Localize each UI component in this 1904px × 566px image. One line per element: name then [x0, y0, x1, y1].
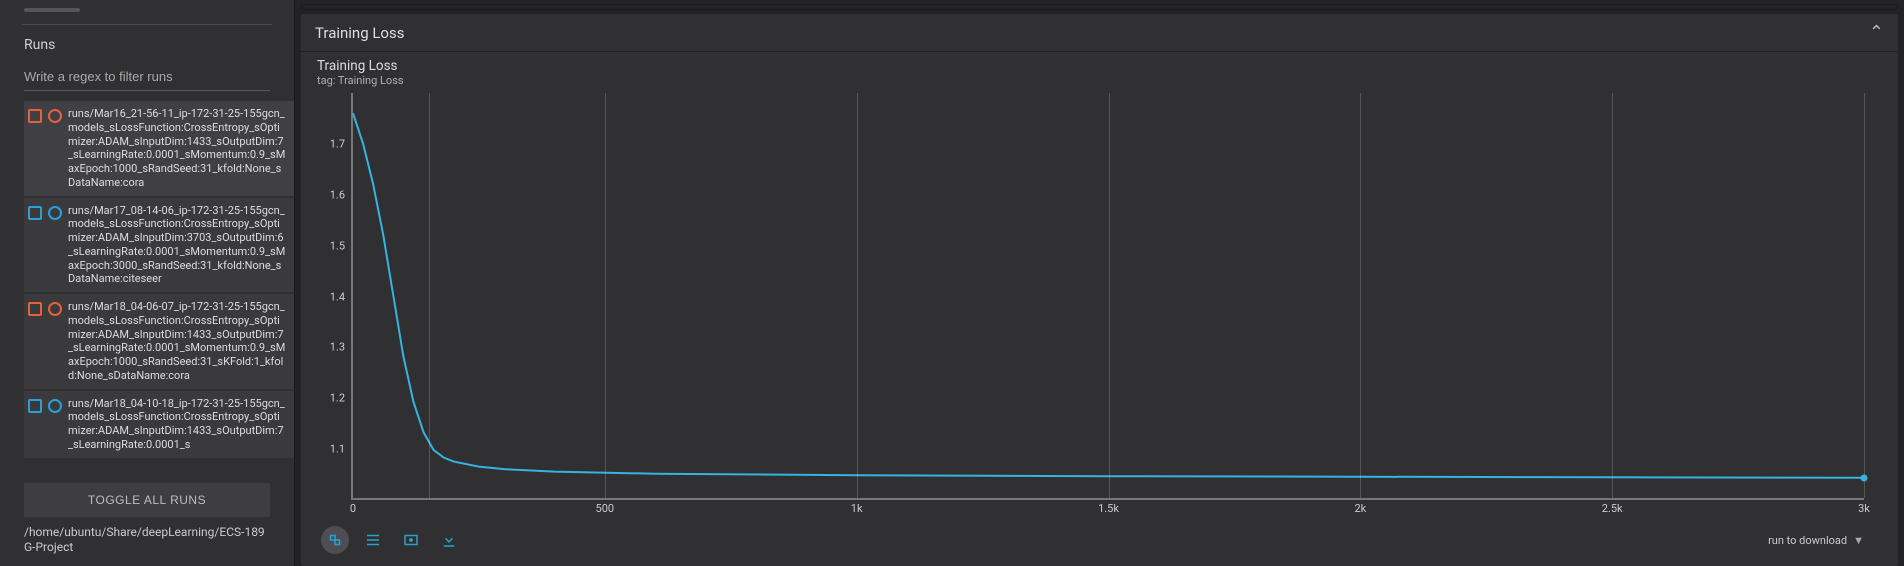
- x-tick-label: 3k: [1858, 502, 1870, 515]
- download-chart-icon[interactable]: [435, 526, 463, 554]
- sidebar-collapsed-button[interactable]: [24, 8, 80, 12]
- x-gridline: [605, 93, 606, 498]
- panel-spacer: [301, 4, 1898, 10]
- toggle-all-runs-button[interactable]: TOGGLE ALL RUNS: [24, 483, 270, 517]
- panel-title: Training Loss: [315, 24, 404, 42]
- run-item[interactable]: runs/Mar18_04-06-07_ip-172-31-25-155gcn_…: [24, 294, 294, 389]
- run-item[interactable]: runs/Mar18_04-10-18_ip-172-31-25-155gcn_…: [24, 391, 294, 458]
- y-axis: 1.1 1.2 1.3 1.4 1.5 1.6 1.7: [311, 93, 351, 500]
- run-checkbox[interactable]: [28, 109, 42, 123]
- runs-filter-input[interactable]: [24, 63, 270, 90]
- y-tick-label: 1.3: [330, 341, 345, 354]
- x-gridline: [1612, 93, 1613, 498]
- run-checkbox[interactable]: [28, 399, 42, 413]
- runs-section-label: Runs: [0, 25, 294, 57]
- run-checkbox[interactable]: [28, 302, 42, 316]
- run-label: runs/Mar17_08-14-06_ip-172-31-25-155gcn_…: [68, 204, 286, 287]
- x-tick-label: 2k: [1354, 502, 1366, 515]
- x-tick-label: 0: [350, 502, 356, 515]
- chart-tag: tag: Training Loss: [317, 74, 1888, 87]
- x-gridline: [1109, 93, 1110, 498]
- y-tick-label: 1.7: [330, 137, 345, 150]
- main-area: Training Loss ⌃ Training Loss tag: Train…: [295, 0, 1904, 566]
- y-tick-label: 1.1: [330, 443, 345, 456]
- x-tick-label: 2.5k: [1602, 502, 1623, 515]
- y-tick-label: 1.5: [330, 239, 345, 252]
- x-tick-label: 1k: [851, 502, 863, 515]
- chart[interactable]: 1.1 1.2 1.3 1.4 1.5 1.6 1.7 05001k1.5k2k2.5k3k: [311, 89, 1888, 500]
- x-tick-label: 500: [596, 502, 615, 515]
- run-label: runs/Mar16_21-56-11_ip-172-31-25-155gcn_…: [68, 107, 286, 190]
- x-gridline: [1360, 93, 1361, 498]
- dropdown-caret-icon: ▼: [1853, 534, 1864, 547]
- x-gridline: [429, 93, 430, 498]
- run-download-label: run to download: [1768, 534, 1847, 547]
- run-item[interactable]: runs/Mar17_08-14-06_ip-172-31-25-155gcn_…: [24, 198, 294, 293]
- training-loss-panel: Training Loss ⌃ Training Loss tag: Train…: [301, 14, 1898, 566]
- logdir-path: /home/ubuntu/Share/deepLearning/ECS-189G…: [0, 517, 294, 556]
- chart-toolbar: [321, 526, 463, 554]
- run-color-swatch-icon[interactable]: [48, 109, 62, 123]
- run-label: runs/Mar18_04-06-07_ip-172-31-25-155gcn_…: [68, 300, 286, 383]
- series-end-marker-icon: [1861, 474, 1868, 481]
- chart-title: Training Loss: [317, 58, 1888, 74]
- run-label: runs/Mar18_04-10-18_ip-172-31-25-155gcn_…: [68, 397, 286, 452]
- panel-header[interactable]: Training Loss ⌃: [301, 14, 1898, 52]
- run-item[interactable]: runs/Mar16_21-56-11_ip-172-31-25-155gcn_…: [24, 101, 294, 196]
- expand-chart-button[interactable]: [321, 526, 349, 554]
- run-color-swatch-icon[interactable]: [48, 399, 62, 413]
- plot-area[interactable]: 05001k1.5k2k2.5k3k: [351, 93, 1864, 500]
- x-gridline: [1864, 93, 1865, 498]
- x-tick-label: 1.5k: [1098, 502, 1119, 515]
- run-checkbox[interactable]: [28, 206, 42, 220]
- panel-collapse-button[interactable]: ⌃: [1869, 22, 1884, 43]
- y-tick-label: 1.4: [330, 290, 345, 303]
- run-color-swatch-icon[interactable]: [48, 206, 62, 220]
- runs-list[interactable]: runs/Mar16_21-56-11_ip-172-31-25-155gcn_…: [24, 101, 294, 479]
- y-tick-label: 1.2: [330, 392, 345, 405]
- x-gridline: [857, 93, 858, 498]
- y-tick-label: 1.6: [330, 188, 345, 201]
- fullscreen-chart-icon[interactable]: [397, 526, 425, 554]
- run-color-swatch-icon[interactable]: [48, 302, 62, 316]
- list-view-icon[interactable]: [359, 526, 387, 554]
- run-download-dropdown[interactable]: run to download ▼: [1768, 534, 1864, 547]
- sidebar: Runs runs/Mar16_21-56-11_ip-172-31-25-15…: [0, 0, 295, 566]
